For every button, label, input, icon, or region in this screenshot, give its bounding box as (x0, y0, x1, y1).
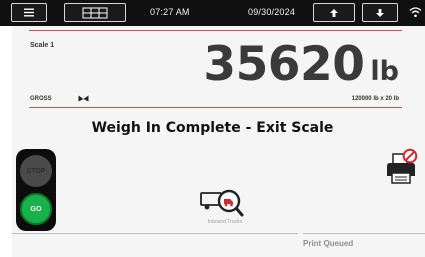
hamburger-menu-icon (24, 8, 34, 17)
bottom-divider-right (303, 233, 425, 234)
stop-lamp[interactable]: STOP (20, 155, 52, 187)
weight-unit: lb (370, 56, 399, 87)
arrow-down-icon (376, 8, 384, 17)
center-of-zero-icon (78, 95, 89, 102)
top-divider (29, 30, 402, 31)
go-lamp-label: GO (30, 205, 42, 213)
clock-time: 07:27 AM (150, 7, 190, 17)
gross-mode-label: GROSS (30, 96, 52, 102)
top-bar: 07:27 AM 09/30/2024 (0, 0, 425, 26)
weight-value: 35620 (203, 37, 365, 92)
printer-error-icon[interactable] (385, 148, 419, 188)
scroll-up-button[interactable] (313, 3, 355, 22)
print-status: Print Queued (303, 239, 354, 248)
status-message: Weigh In Complete - Exit Scale (91, 120, 334, 136)
wifi-icon (409, 7, 422, 18)
scale-name: Scale 1 (30, 42, 55, 49)
truck-search-icon[interactable] (196, 184, 244, 218)
scale-capacity: 120000 lb x 20 lb (351, 96, 399, 102)
scroll-down-button[interactable] (362, 3, 398, 22)
arrow-up-icon (330, 8, 338, 17)
weight-display: 35620 lb (203, 37, 399, 93)
current-date: 09/30/2024 (248, 7, 296, 17)
bottom-divider-left (12, 233, 298, 234)
stop-lamp-label: STOP (26, 167, 46, 175)
scales-button[interactable] (64, 3, 126, 22)
traffic-light[interactable]: STOP GO (16, 149, 56, 231)
scales-grid-icon (82, 7, 108, 18)
middle-divider (29, 107, 402, 108)
go-lamp[interactable]: GO (20, 193, 52, 225)
inbound-trucks-label: Inbound Trucks (207, 219, 243, 225)
menu-button[interactable] (11, 3, 47, 22)
